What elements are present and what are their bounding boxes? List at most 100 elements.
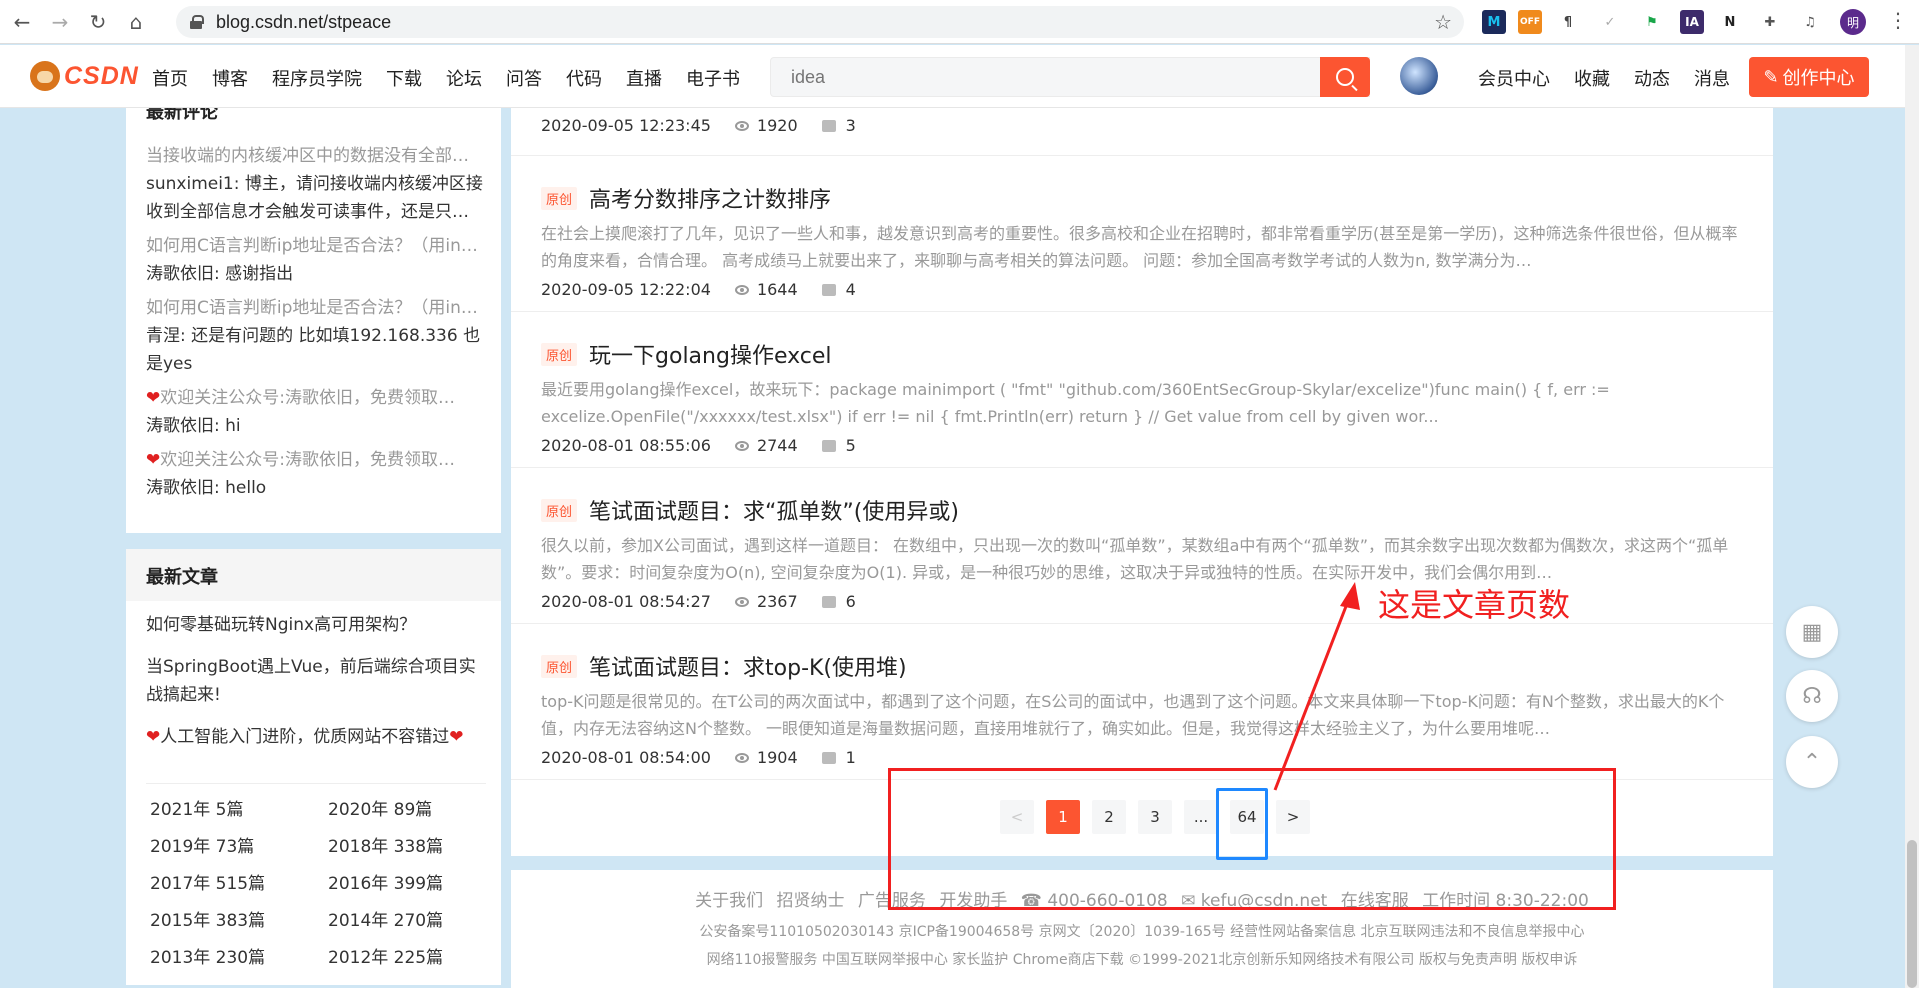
article-views: 1644 bbox=[756, 280, 798, 299]
article-title[interactable]: 高考分数排序之计数排序 bbox=[589, 182, 831, 214]
extension-check-icon[interactable]: ✓ bbox=[1598, 10, 1622, 34]
article-date: 2020-09-05 12:22:04 bbox=[541, 280, 711, 299]
archive-item[interactable]: 2019年 73篇 bbox=[146, 835, 324, 860]
archive-item[interactable]: 2021年 5篇 bbox=[146, 798, 324, 823]
newest-articles-card: 最新文章 如何零基础玩转Nginx高可用架构？ 当SpringBoot遇上Vue… bbox=[126, 549, 501, 985]
search-input[interactable] bbox=[771, 58, 1331, 96]
user-avatar[interactable] bbox=[1400, 57, 1438, 95]
annotation-arrow bbox=[1273, 582, 1360, 791]
bookmark-star-icon[interactable]: ☆ bbox=[1434, 10, 1452, 34]
archive-item[interactable]: 2020年 89篇 bbox=[324, 798, 486, 823]
create-center-label: 创作中心 bbox=[1782, 68, 1855, 89]
article-title[interactable]: 笔试面试题目：求top-K(使用堆) bbox=[589, 650, 907, 682]
newest-article-link[interactable]: 当SpringBoot遇上Vue，前后端综合项目实战搞起来! bbox=[146, 653, 481, 709]
scrollbar-thumb[interactable] bbox=[1907, 840, 1917, 988]
extension-ia-icon[interactable]: IA bbox=[1680, 10, 1704, 34]
search-button[interactable] bbox=[1320, 57, 1370, 97]
extension-paragraph-icon[interactable]: ¶ bbox=[1556, 10, 1580, 34]
nav-member-center[interactable]: 会员中心 bbox=[1478, 65, 1550, 91]
footer-about[interactable]: 关于我们 bbox=[695, 891, 763, 911]
url-text[interactable]: blog.csdn.net/stpeace bbox=[216, 12, 391, 33]
comments-icon bbox=[821, 751, 836, 764]
extension-off-icon[interactable]: OFF bbox=[1518, 10, 1542, 34]
page-scrollbar[interactable] bbox=[1905, 45, 1919, 988]
extension-m-icon[interactable]: M bbox=[1482, 10, 1506, 34]
archive-item[interactable]: 2013年 230篇 bbox=[146, 946, 324, 971]
heart-icon: ❤ bbox=[449, 727, 464, 747]
comment-article-link[interactable]: ❤欢迎关注公众号:涛歌依旧，免费领取… bbox=[146, 384, 486, 412]
media-control-icon[interactable]: ♫ bbox=[1798, 10, 1822, 34]
article-summary: 最近要用golang操作excel，故来玩下：package mainimpor… bbox=[541, 380, 1610, 426]
archive-item[interactable]: 2015年 383篇 bbox=[146, 909, 324, 934]
views-icon bbox=[734, 752, 749, 763]
archive-item[interactable]: 2012年 225篇 bbox=[324, 946, 486, 971]
article-views: 1904 bbox=[756, 748, 798, 767]
nav-messages[interactable]: 消息 bbox=[1694, 65, 1730, 91]
footer-copyright: 网络110报警服务 中国互联网举报中心 家长监护 Chrome商店下载 ©199… bbox=[706, 952, 1578, 968]
original-badge: 原创 bbox=[541, 342, 578, 366]
newest-article-link[interactable]: ❤人工智能入门进阶，优质网站不容错过❤ bbox=[146, 723, 481, 751]
forward-icon[interactable]: → bbox=[44, 6, 76, 38]
menu-kebab-icon[interactable]: ⋮ bbox=[1888, 8, 1908, 32]
nav-blog[interactable]: 博客 bbox=[212, 65, 248, 91]
qrcode-icon[interactable]: ▦ bbox=[1786, 606, 1838, 658]
original-badge: 原创 bbox=[541, 186, 578, 210]
nav-ebook[interactable]: 电子书 bbox=[686, 65, 740, 91]
comment-text: 涛歌依旧: 感谢指出 bbox=[146, 264, 294, 284]
annotation-text: 这是文章页数 bbox=[1378, 586, 1571, 624]
address-bar[interactable]: blog.csdn.net/stpeace ☆ bbox=[176, 6, 1464, 38]
article-title[interactable]: 笔试面试题目：求“孤单数”(使用异或) bbox=[589, 494, 959, 526]
profile-avatar[interactable]: 明 bbox=[1840, 9, 1866, 35]
views-icon bbox=[734, 284, 749, 295]
nav-qa[interactable]: 问答 bbox=[506, 65, 542, 91]
back-to-top-icon[interactable]: ⌃ bbox=[1786, 736, 1838, 788]
nav-download[interactable]: 下载 bbox=[386, 65, 422, 91]
nav-forum[interactable]: 论坛 bbox=[446, 65, 482, 91]
archive-item[interactable]: 2018年 338篇 bbox=[324, 835, 486, 860]
original-badge: 原创 bbox=[541, 654, 578, 678]
nav-activity[interactable]: 动态 bbox=[1634, 65, 1670, 91]
customer-service-icon[interactable]: ☊ bbox=[1786, 670, 1838, 722]
comment-article-link[interactable]: 如何用C语言判断ip地址是否合法？（用in… bbox=[146, 294, 486, 322]
archive-item[interactable]: 2014年 270篇 bbox=[324, 909, 486, 934]
article-meta: 2020-09-05 12:22:04 1644 4 bbox=[541, 280, 1743, 299]
archive-list: 2021年 5篇 2020年 89篇 2019年 73篇 2018年 338篇 … bbox=[146, 783, 486, 971]
extensions-puzzle-icon[interactable]: ✚ bbox=[1758, 10, 1782, 34]
archive-item[interactable]: 2016年 399篇 bbox=[324, 872, 486, 897]
views-icon bbox=[734, 596, 749, 607]
archive-item[interactable]: 2017年 515篇 bbox=[146, 872, 324, 897]
nav-home[interactable]: 首页 bbox=[152, 65, 188, 91]
comment-article-link[interactable]: 如何用C语言判断ip地址是否合法？（用in… bbox=[146, 232, 486, 260]
create-center-button[interactable]: ✎ 创作中心 bbox=[1749, 57, 1869, 97]
article-list: 2020-09-05 12:23:45 1920 3 原创 高考分数排序之计数排序… bbox=[511, 108, 1773, 856]
article-item[interactable]: 原创 高考分数排序之计数排序 在社会上摸爬滚打了几年，见识了一些人和事，越发意识到… bbox=[511, 156, 1773, 312]
nav-code[interactable]: 代码 bbox=[566, 65, 602, 91]
article-item[interactable]: 原创 玩一下golang操作excel 最近要用golang操作excel，故来玩… bbox=[511, 312, 1773, 468]
back-icon[interactable]: ← bbox=[6, 6, 38, 38]
comment-article-link[interactable]: 当接收端的内核缓冲区中的数据没有全部… bbox=[146, 142, 486, 170]
nav-favorites[interactable]: 收藏 bbox=[1574, 65, 1610, 91]
article-item[interactable]: 原创 笔试面试题目：求“孤单数”(使用异或) 很久以前，参加X公司面试，遇到这样一… bbox=[511, 468, 1773, 624]
extension-flag-icon[interactable]: ⚑ bbox=[1640, 10, 1664, 34]
home-icon[interactable]: ⌂ bbox=[120, 6, 152, 38]
newest-article-link[interactable]: 如何零基础玩转Nginx高可用架构？ bbox=[146, 611, 481, 639]
article-date: 2020-08-01 08:54:27 bbox=[541, 592, 711, 611]
csdn-logo[interactable]: CSDN bbox=[30, 61, 139, 91]
extension-n-icon[interactable]: N bbox=[1718, 10, 1742, 34]
nav-live[interactable]: 直播 bbox=[626, 65, 662, 91]
article-title[interactable]: 玩一下golang操作excel bbox=[589, 338, 831, 370]
article-comments: 3 bbox=[845, 116, 856, 135]
article-meta: 2020-08-01 08:55:06 2744 5 bbox=[541, 436, 1743, 455]
comment-article-link[interactable]: ❤欢迎关注公众号:涛歌依旧，免费领取… bbox=[146, 446, 486, 474]
nav-academy[interactable]: 程序员学院 bbox=[272, 65, 362, 91]
reload-icon[interactable]: ↻ bbox=[82, 6, 114, 38]
article-item[interactable]: 原创 笔试面试题目：求top-K(使用堆) top-K问题是很常见的。在T公司的两… bbox=[511, 624, 1773, 780]
newest-articles-title: 最新文章 bbox=[126, 549, 501, 601]
comments-icon bbox=[821, 283, 836, 296]
recent-comments-card: 最新评论 当接收端的内核缓冲区中的数据没有全部… sunximei1: 博主，请… bbox=[126, 108, 501, 533]
footer-jobs[interactable]: 招贤纳士 bbox=[777, 891, 845, 911]
comment-text: 涛歌依旧: hi bbox=[146, 416, 241, 436]
heart-icon: ❤ bbox=[146, 727, 161, 747]
search-icon bbox=[1336, 68, 1354, 86]
article-comments: 4 bbox=[845, 280, 856, 299]
